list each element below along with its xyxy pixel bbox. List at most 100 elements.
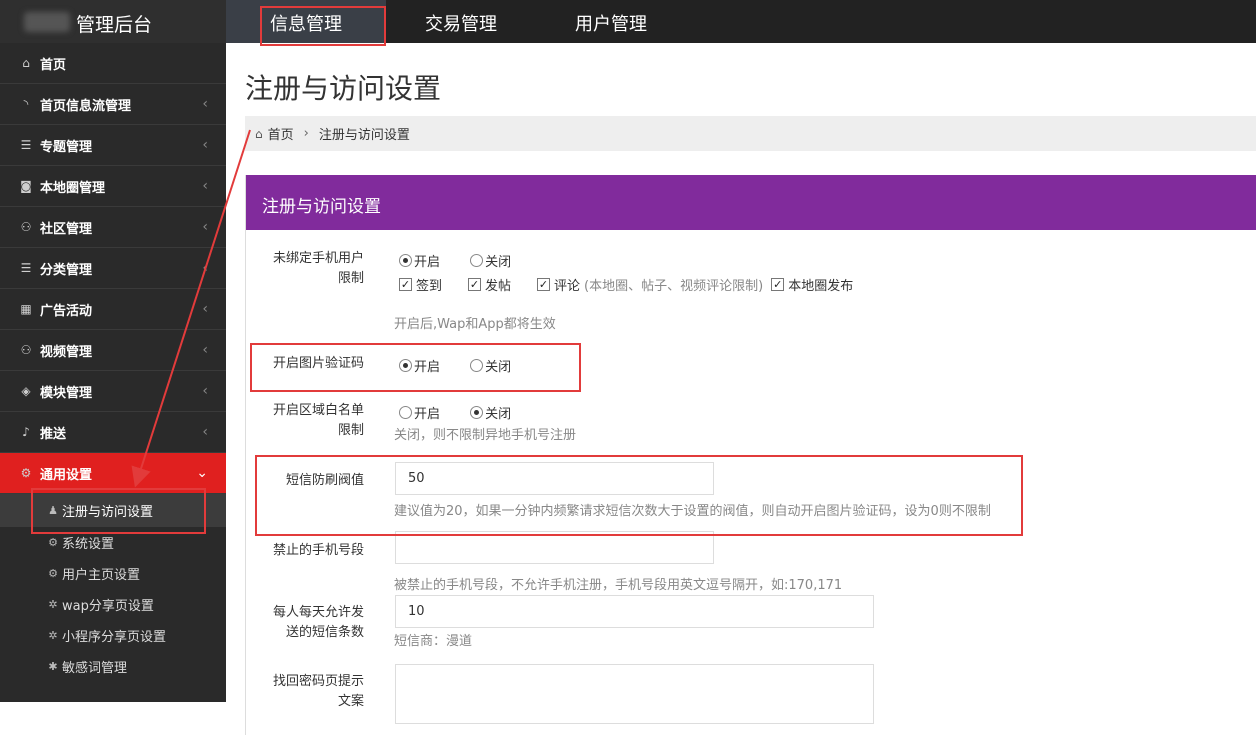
checkbox: ✓ xyxy=(771,278,785,291)
banned-numbers-input[interactable] xyxy=(395,531,714,564)
captcha-row: 开启图片验证码 开启 关闭 xyxy=(246,352,1256,382)
daily-sms-label-1: 每人每天允许发 xyxy=(272,605,364,620)
sidebar-item[interactable]: ⚇ 社区管理 ‹ xyxy=(0,207,226,248)
radio-dot xyxy=(399,406,412,419)
checkbox: ✓ xyxy=(537,278,551,291)
submenu-item[interactable]: ✱ 敏感词管理 xyxy=(0,651,226,682)
radio-label: 开启 xyxy=(414,255,441,270)
unbound-off-radio[interactable]: 关闭 xyxy=(470,251,511,270)
radio-label: 开启 xyxy=(414,407,441,422)
region-label-2: 限制 xyxy=(337,423,364,438)
blurred-logo xyxy=(24,12,70,32)
check-signin[interactable]: ✓ 签到 xyxy=(399,275,442,294)
chevron-left-icon: ‹ xyxy=(202,424,208,440)
chevron-left-icon: ‹ xyxy=(202,260,208,276)
gear-icon: ✲ xyxy=(48,629,58,642)
gears-icon: ⚙ xyxy=(48,567,58,580)
banned-numbers-hint: 被禁止的手机号段，不允许手机注册，手机号段用英文逗号隔开，如:170,171 xyxy=(394,578,843,593)
banned-numbers-label: 禁止的手机号段 xyxy=(272,543,364,558)
sidebar-item[interactable]: ▦ 广告活动 ‹ xyxy=(0,289,226,330)
submenu-item[interactable]: ♟ 注册与访问设置 xyxy=(0,494,226,527)
users-icon: ⚇ xyxy=(20,343,32,357)
panel-title: 注册与访问设置 xyxy=(246,175,1256,230)
captcha-label: 开启图片验证码 xyxy=(272,356,364,371)
sidebar-item-label: 推送 xyxy=(40,426,67,442)
sidebar-item[interactable]: ⚇ 视频管理 ‹ xyxy=(0,330,226,371)
check-post[interactable]: ✓ 发帖 xyxy=(468,275,511,294)
region-on-radio[interactable]: 开启 xyxy=(399,403,440,422)
sidebar-item-label: 分类管理 xyxy=(40,262,93,278)
page-title: 注册与访问设置 xyxy=(245,72,442,105)
daily-sms-row: 每人每天允许发 送的短信条数 10 短信商：漫道 xyxy=(246,595,1256,649)
region-radios: 开启 关闭 xyxy=(399,403,537,423)
home-icon: ⌂ xyxy=(255,126,263,141)
recover-tip-label-1: 找回密码页提示 xyxy=(272,674,364,689)
brand-title: 管理后台 xyxy=(76,14,153,36)
submenu-item[interactable]: ✲ 小程序分享页设置 xyxy=(0,620,226,651)
check-local-post[interactable]: ✓ 本地圈发布 xyxy=(771,275,853,294)
sidebar-item[interactable]: ♪ 推送 ‹ xyxy=(0,412,226,453)
check-comment[interactable]: ✓ 评论 (本地圈、帖子、视频评论限制) xyxy=(537,275,763,294)
topnav-info-management[interactable]: 信息管理 xyxy=(226,0,386,43)
calendar-icon: ▦ xyxy=(20,302,32,316)
checkbox-label: 本地圈发布 xyxy=(788,279,854,294)
sidebar-item[interactable]: ◝ 首页信息流管理 ‹ xyxy=(0,84,226,125)
sidebar-item-label: 本地圈管理 xyxy=(40,180,106,196)
sms-threshold-input[interactable]: 50 xyxy=(395,462,714,495)
captcha-on-radio[interactable]: 开启 xyxy=(399,356,440,375)
topnav-trade-management[interactable]: 交易管理 xyxy=(386,0,536,43)
submenu-item-label: 敏感词管理 xyxy=(62,661,128,676)
sidebar: ⌂ 首页 ◝ 首页信息流管理 ‹ ☰ 专题管理 ‹ ◙ 本地圈管理 ‹ ⚇ 社区管理 ‹ ☰ 分类管理 ‹ ▦ 广告… xyxy=(0,43,226,702)
chevron-left-icon: ‹ xyxy=(202,301,208,317)
rss-icon: ◝ xyxy=(23,97,29,111)
radio-label: 关闭 xyxy=(485,255,512,270)
daily-sms-input[interactable]: 10 xyxy=(395,595,874,628)
breadcrumb-current: 注册与访问设置 xyxy=(318,128,410,143)
cubes-icon: ◈ xyxy=(21,384,31,398)
unbound-label-1: 未绑定手机用户 xyxy=(272,251,364,266)
sidebar-item[interactable]: ◈ 模块管理 ‹ xyxy=(0,371,226,412)
sidebar-item[interactable]: ⌂ 首页 xyxy=(0,43,226,84)
checkbox: ✓ xyxy=(399,278,412,291)
radio-dot xyxy=(470,359,484,372)
sms-threshold-row: 短信防刷阀值 50 建议值为20，如果一分钟内频繁请求短信次数大于设置的阀值，则… xyxy=(246,462,1256,519)
submenu-item[interactable]: ⚙ 用户主页设置 xyxy=(0,558,226,589)
unbound-radios: 开启 关闭 xyxy=(399,251,537,271)
sidebar-item-label: 首页 xyxy=(40,57,67,73)
sidebar-item[interactable]: ☰ 专题管理 ‹ xyxy=(0,125,226,166)
daily-sms-label-2: 送的短信条数 xyxy=(285,625,364,640)
chevron-left-icon: ‹ xyxy=(202,96,208,112)
sidebar-item-label: 首页信息流管理 xyxy=(40,98,132,114)
submenu-item[interactable]: ⚙ 系统设置 xyxy=(0,527,226,558)
recover-tip-row: 找回密码页提示 文案 xyxy=(246,664,1256,724)
unbound-checks: ✓ 签到 ✓ 发帖 ✓ 评论 (本地圈、帖子、视频评论限制) ✓ 本地圈发布 xyxy=(399,275,861,294)
asterisk-icon: ✱ xyxy=(48,660,58,673)
sidebar-item[interactable]: ⚙ 通用设置 ⌄ xyxy=(0,453,226,494)
sidebar-item[interactable]: ◙ 本地圈管理 ‹ xyxy=(0,166,226,207)
breadcrumb-home[interactable]: 首页 xyxy=(268,124,294,143)
users-icon: ⚇ xyxy=(20,220,32,234)
topnav-user-management[interactable]: 用户管理 xyxy=(536,0,686,43)
sidebar-item[interactable]: ☰ 分类管理 ‹ xyxy=(0,248,226,289)
region-label-1: 开启区域白名单 xyxy=(272,403,364,418)
top-bar: 管理后台 信息管理 交易管理 用户管理 xyxy=(0,0,1256,43)
unbound-label-2: 限制 xyxy=(337,271,364,286)
unbound-on-radio[interactable]: 开启 xyxy=(399,251,440,270)
captcha-off-radio[interactable]: 关闭 xyxy=(470,356,511,375)
chevron-left-icon: ‹ xyxy=(202,178,208,194)
brand: 管理后台 xyxy=(0,0,226,43)
unbound-user-row: 未绑定手机用户 限制 开启 关闭 ✓ 签到 ✓ 发帖 ✓ 评论 (本地圈、帖子、视频评论… xyxy=(246,249,1256,339)
chevron-left-icon: ‹ xyxy=(202,342,208,358)
checkbox: ✓ xyxy=(468,278,482,291)
breadcrumb-separator: › xyxy=(303,126,309,141)
radio-dot xyxy=(399,359,412,372)
region-off-radio[interactable]: 关闭 xyxy=(470,403,511,422)
checkbox-label: 评论 xyxy=(554,279,581,294)
list-icon: ☰ xyxy=(20,138,32,152)
radio-label: 关闭 xyxy=(485,407,512,422)
gears-icon: ⚙ xyxy=(48,536,58,549)
submenu-item[interactable]: ✲ wap分享页设置 xyxy=(0,589,226,620)
banned-numbers-row: 禁止的手机号段 被禁止的手机号段，不允许手机注册，手机号段用英文逗号隔开，如:1… xyxy=(246,531,1256,593)
recover-tip-textarea[interactable] xyxy=(395,664,874,724)
checkbox-label: 签到 xyxy=(416,279,443,294)
